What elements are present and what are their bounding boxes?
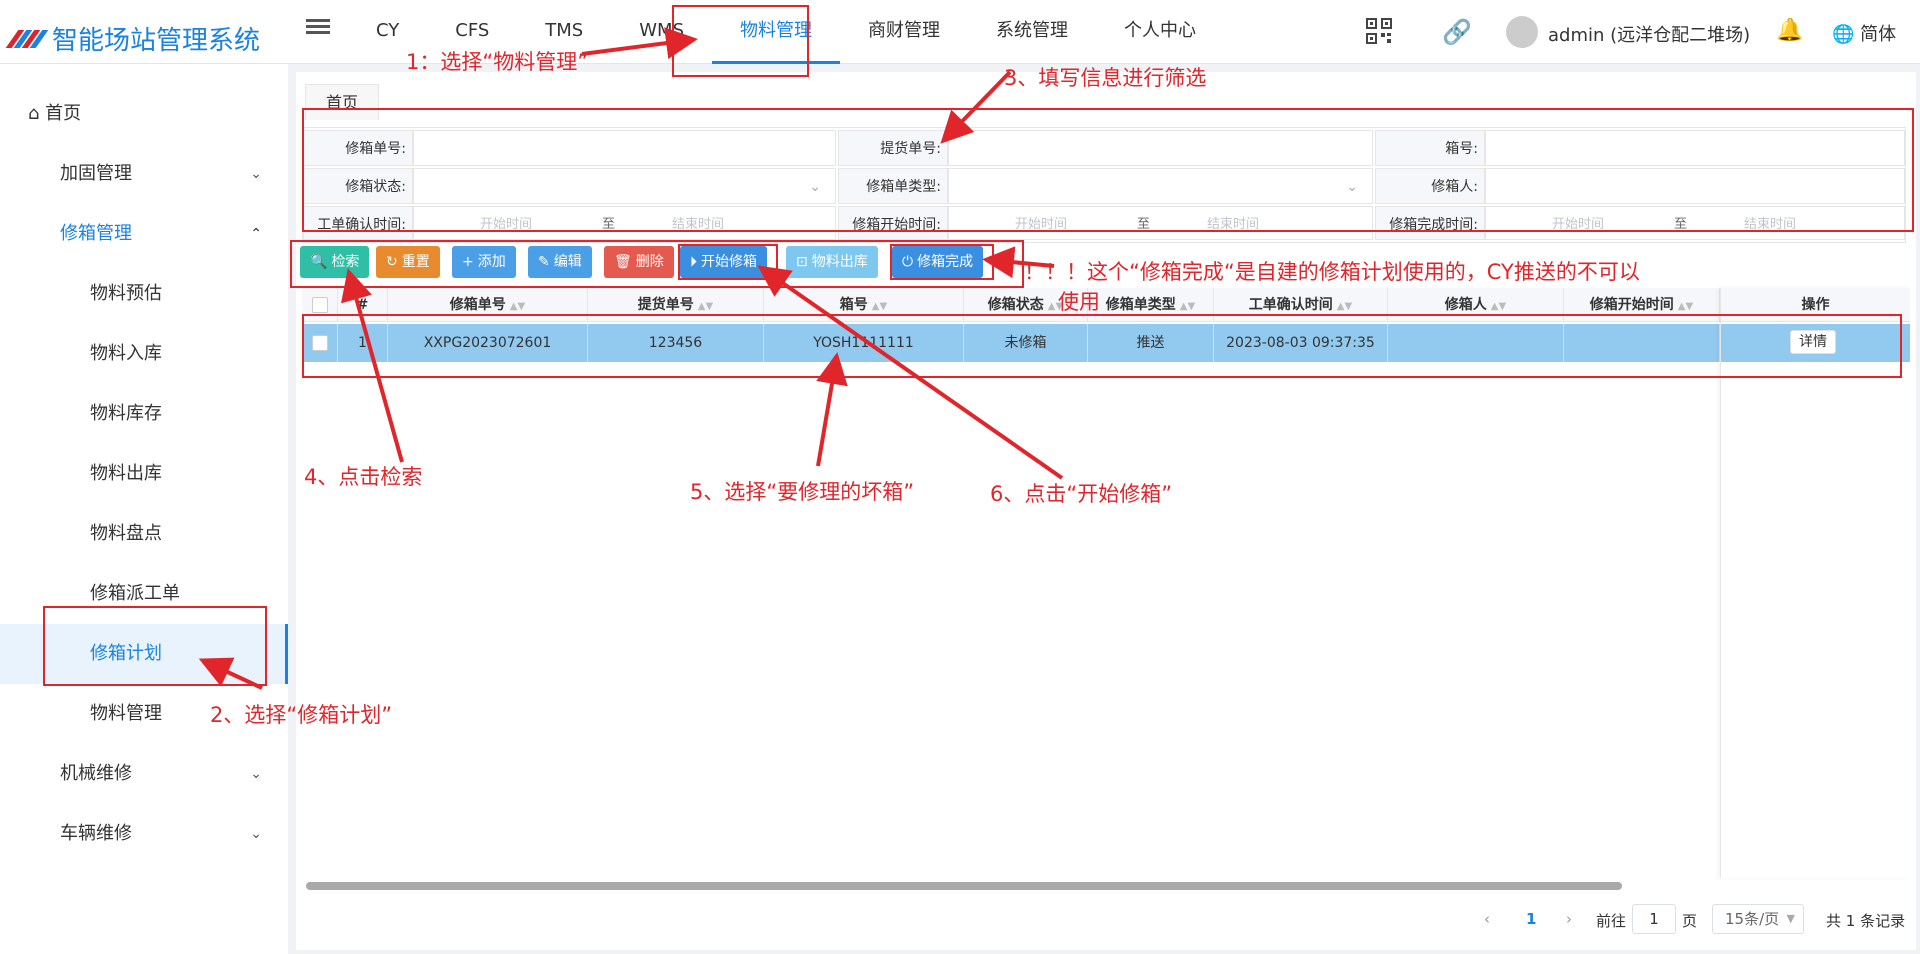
- sort-icon[interactable]: ▲▼: [1180, 301, 1195, 312]
- goto-page-input[interactable]: 1: [1632, 904, 1676, 934]
- header-label: 修箱单类型: [1105, 297, 1176, 313]
- sidebar-item-label: 首页: [45, 103, 82, 124]
- annotation-step-2: 2、选择“修箱计划”: [210, 703, 393, 727]
- data-table: # 修箱单号 ▲▼ 提货单号 ▲▼ 箱号 ▲▼ 修箱状态 ▲▼ 修箱单类型 ▲▼ 工单确认…: [302, 288, 1906, 888]
- sidebar-item-label: 修箱管理: [60, 223, 132, 244]
- sidebar-item-label: 加固管理: [60, 163, 132, 184]
- app-logo: 智能场站管理系统: [5, 20, 261, 57]
- nav-commerce-finance[interactable]: 商财管理: [840, 0, 968, 64]
- sidebar-item-label: 机械维修: [60, 763, 132, 784]
- home-icon: ⌂: [28, 103, 40, 124]
- sidebar-item-label: 车辆维修: [60, 823, 132, 844]
- annotation-box-sidebar: [43, 606, 267, 686]
- sidebar-item-material-outbound[interactable]: 物料出库: [0, 444, 290, 504]
- header-label: 箱号: [839, 297, 868, 313]
- header-label: 修箱人: [1444, 297, 1487, 313]
- annotation-note-line1: ！！！这个“修箱完成“是自建的修箱计划使用的，CY推送的不可以: [1024, 260, 1640, 284]
- sort-icon[interactable]: ▲▼: [1678, 301, 1693, 312]
- caret-down-icon: ▼: [1786, 912, 1795, 925]
- annotation-box-finish-repair: [890, 244, 994, 280]
- sort-icon[interactable]: ▲▼: [698, 301, 713, 312]
- logo-icon: [5, 29, 49, 48]
- language-switch[interactable]: 🌐 简体: [1832, 20, 1896, 46]
- chevron-down-icon: ⌄: [250, 166, 262, 182]
- sidebar-item-material-estimate[interactable]: 物料预估: [0, 264, 290, 324]
- chevron-up-icon: ⌃: [250, 226, 262, 242]
- sidebar-item-material-stock[interactable]: 物料库存: [0, 384, 290, 444]
- link-icon[interactable]: 🔗: [1442, 18, 1472, 46]
- chevron-down-icon: ⌄: [250, 766, 262, 782]
- sort-icon[interactable]: ▲▼: [872, 301, 887, 312]
- page-unit-label: 页: [1682, 912, 1698, 930]
- page-number-1[interactable]: 1: [1526, 910, 1536, 928]
- sidebar-item-material-inbound[interactable]: 物料入库: [0, 324, 290, 384]
- sidebar-group-box-repair[interactable]: 修箱管理 ⌃: [0, 204, 290, 264]
- annotation-step-1: 1：选择“物料管理”: [406, 50, 589, 74]
- collapse-menu-icon[interactable]: [306, 16, 330, 40]
- total-records: 共 1 条记录: [1826, 912, 1906, 930]
- qrcode-icon[interactable]: [1366, 18, 1392, 44]
- annotation-box-row: [302, 314, 1902, 378]
- page-size-select[interactable]: 15条/页 ▼: [1712, 904, 1804, 934]
- sidebar-item-home[interactable]: ⌂ 首页: [0, 84, 290, 144]
- annotation-step-6: 6、点击“开始修箱”: [990, 482, 1173, 506]
- page-size-value: 15条/页: [1725, 910, 1780, 928]
- select-all-checkbox[interactable]: [312, 297, 328, 313]
- annotation-step-3: 3、填写信息进行筛选: [1004, 66, 1207, 90]
- nav-personal-center[interactable]: 个人中心: [1096, 0, 1224, 64]
- header-label: 修箱单号: [449, 297, 506, 313]
- sidebar-group-machine-repair[interactable]: 机械维修 ⌄: [0, 744, 290, 804]
- header-label: 工单确认时间: [1248, 297, 1333, 313]
- sort-icon[interactable]: ▲▼: [510, 301, 525, 312]
- sidebar-group-vehicle-repair[interactable]: 车辆维修 ⌄: [0, 804, 290, 864]
- annotation-step-5: 5、选择“要修理的坏箱”: [690, 480, 915, 504]
- annotation-note-line2: 使用: [1058, 290, 1100, 314]
- sort-icon[interactable]: ▲▼: [1491, 301, 1506, 312]
- header-label: 修箱开始时间: [1589, 297, 1674, 313]
- goto-label: 前往: [1596, 912, 1627, 930]
- header-label: 修箱状态: [987, 297, 1044, 313]
- annotation-box-start-repair: [678, 244, 778, 280]
- annotation-box-nav: [672, 5, 809, 77]
- chevron-down-icon: ⌄: [250, 826, 262, 842]
- next-page-button[interactable]: ›: [1566, 910, 1572, 928]
- nav-system-management[interactable]: 系统管理: [968, 0, 1096, 64]
- annotation-box-filters: [302, 108, 1914, 232]
- annotation-step-4: 4、点击检索: [304, 465, 423, 489]
- horizontal-scrollbar[interactable]: [306, 882, 1622, 890]
- sidebar-group-reinforce[interactable]: 加固管理 ⌄: [0, 144, 290, 204]
- sidebar-item-material-inventory[interactable]: 物料盘点: [0, 504, 290, 564]
- sort-icon[interactable]: ▲▼: [1337, 301, 1352, 312]
- prev-page-button[interactable]: ‹: [1484, 910, 1490, 928]
- app-title: 智能场站管理系统: [52, 26, 261, 56]
- header-label: 提货单号: [637, 297, 694, 313]
- globe-icon: 🌐: [1832, 24, 1855, 45]
- avatar[interactable]: [1506, 16, 1538, 48]
- language-label: 简体: [1860, 24, 1897, 45]
- bell-icon[interactable]: 🔔: [1776, 18, 1803, 43]
- user-name[interactable]: admin (远洋仓配二堆场): [1548, 21, 1750, 47]
